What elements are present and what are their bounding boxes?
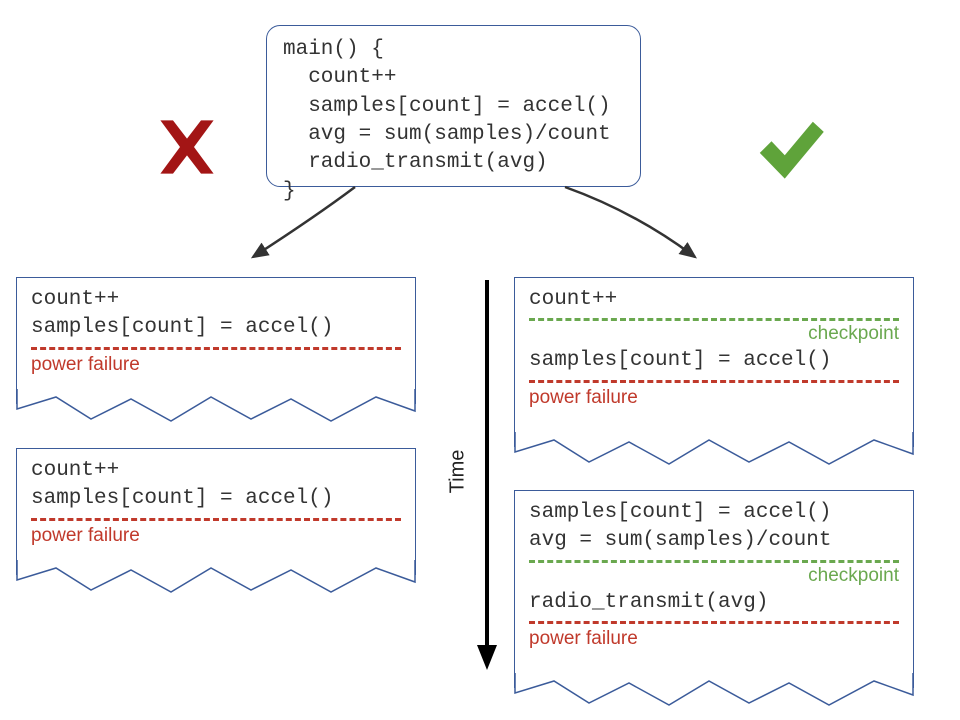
main-code: main() { count++ samples[count] = accel(… xyxy=(283,36,624,206)
checkpoint-line xyxy=(529,560,899,563)
power-failure-label: power failure xyxy=(31,354,140,375)
time-arrow xyxy=(472,275,502,675)
checkpoint-line xyxy=(529,318,899,321)
cross-icon xyxy=(152,112,222,182)
power-failure-line xyxy=(31,347,401,350)
power-failure-label: power failure xyxy=(529,628,638,649)
left-exec-box-2: count++ samples[count] = accel() power f… xyxy=(16,448,416,575)
left-box2-code: count++ samples[count] = accel() xyxy=(31,457,401,514)
torn-edge xyxy=(514,432,914,472)
right-exec-box-1: count++ checkpoint samples[count] = acce… xyxy=(514,277,914,447)
arrow-left xyxy=(235,182,375,272)
main-code-box: main() { count++ samples[count] = accel(… xyxy=(266,25,641,187)
checkpoint-label: checkpoint xyxy=(529,565,899,587)
right-box2-line-b: radio_transmit(avg) xyxy=(529,589,899,617)
right-box1-line-a: count++ xyxy=(529,286,899,314)
right-exec-box-2: samples[count] = accel() avg = sum(sampl… xyxy=(514,490,914,688)
time-label: Time xyxy=(446,450,469,494)
right-box2-lines-a: samples[count] = accel() avg = sum(sampl… xyxy=(529,499,899,556)
power-failure-label: power failure xyxy=(31,525,140,546)
power-failure-line xyxy=(529,380,899,383)
check-icon xyxy=(752,110,830,188)
power-failure-line xyxy=(529,621,899,624)
power-failure-label: power failure xyxy=(529,387,638,408)
left-exec-box-1: count++ samples[count] = accel() power f… xyxy=(16,277,416,404)
torn-edge xyxy=(514,673,914,713)
power-failure-line xyxy=(31,518,401,521)
left-box1-code: count++ samples[count] = accel() xyxy=(31,286,401,343)
torn-edge xyxy=(16,389,416,429)
checkpoint-label: checkpoint xyxy=(529,323,899,345)
torn-edge xyxy=(16,560,416,600)
arrow-right xyxy=(555,182,715,272)
right-box1-line-b: samples[count] = accel() xyxy=(529,347,899,375)
